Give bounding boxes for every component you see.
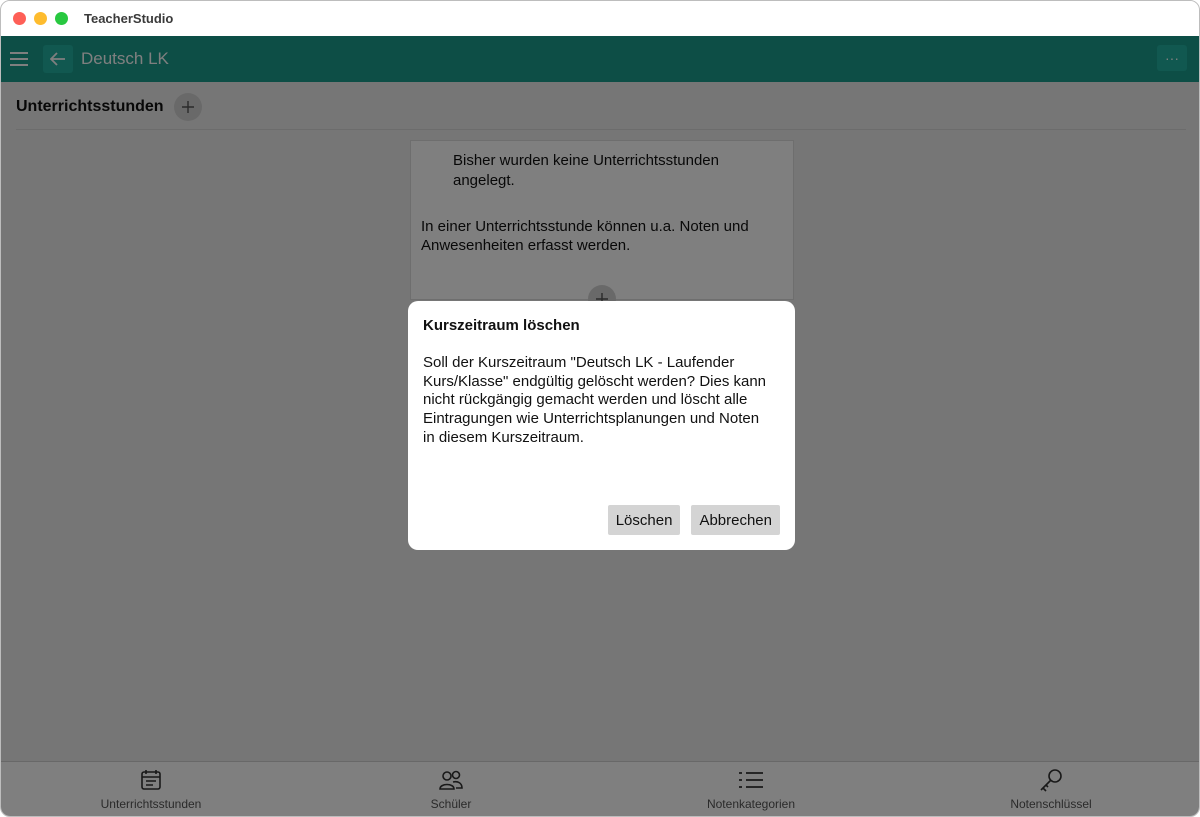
delete-button[interactable]: Löschen xyxy=(607,505,681,535)
dialog-message: Soll der Kurszeitraum "Deutsch LK - Lauf… xyxy=(423,354,767,446)
dialog-actions: Löschen Abbrechen xyxy=(607,505,780,535)
dialog-title: Kurszeitraum löschen xyxy=(423,317,580,334)
maximize-window-button[interactable] xyxy=(55,12,68,25)
delete-confirmation-dialog: Kurszeitraum löschen Soll der Kurszeitra… xyxy=(408,301,795,550)
window-title: TeacherStudio xyxy=(84,11,174,26)
title-bar: TeacherStudio xyxy=(1,1,1199,36)
close-window-button[interactable] xyxy=(13,12,26,25)
window-controls xyxy=(13,12,68,25)
minimize-window-button[interactable] xyxy=(34,12,47,25)
app-window: TeacherStudio Deutsch LK ··· Unterrichts… xyxy=(0,0,1200,817)
cancel-button[interactable]: Abbrechen xyxy=(691,505,780,535)
